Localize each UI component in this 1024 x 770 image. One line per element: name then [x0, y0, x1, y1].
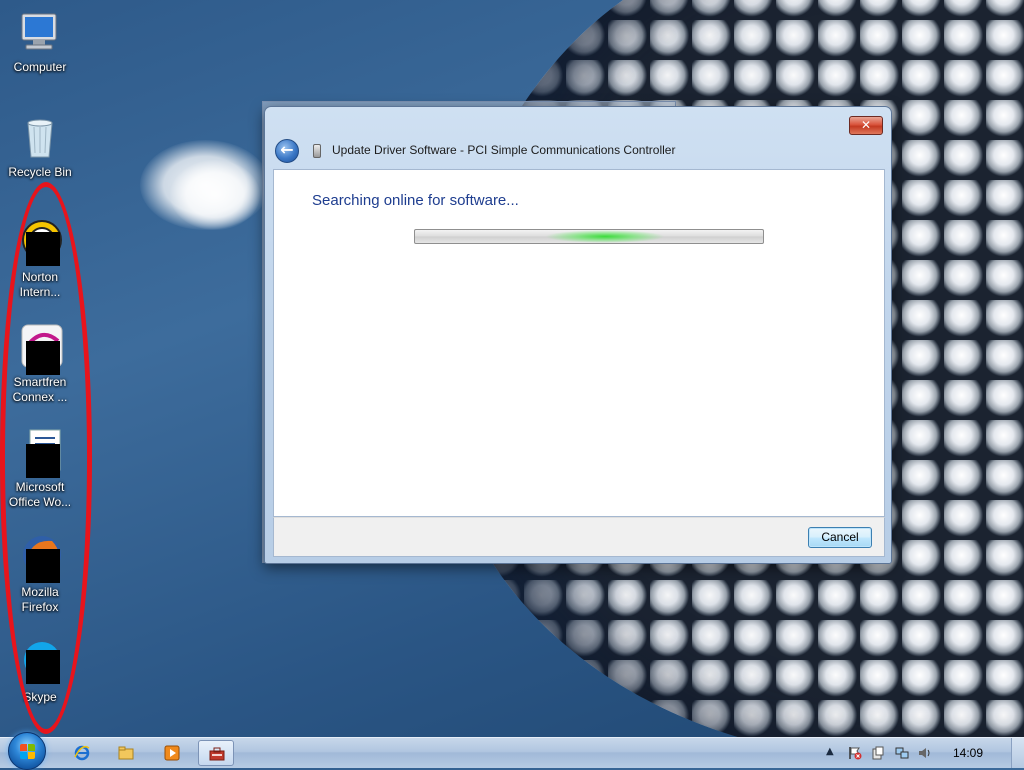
- device-icon: [313, 144, 321, 158]
- progress-bar: [414, 229, 764, 244]
- show-hidden-icons-button[interactable]: ▲: [826, 746, 834, 757]
- start-button[interactable]: [8, 732, 46, 770]
- taskbar: ▲ 14:09: [0, 732, 1024, 770]
- taskbar-windows-explorer[interactable]: [108, 740, 144, 766]
- dialog-content: Searching online for software...: [273, 169, 885, 517]
- clock[interactable]: 14:09: [948, 746, 988, 760]
- cancel-button[interactable]: Cancel: [808, 527, 872, 548]
- status-message: Searching online for software...: [312, 192, 519, 209]
- wallpaper-cloud: [170, 160, 260, 230]
- desktop-icon-label: Recycle Bin: [8, 165, 72, 179]
- dialog-footer: Cancel: [273, 517, 885, 557]
- close-button[interactable]: ✕: [849, 116, 883, 135]
- taskbar-internet-explorer[interactable]: [64, 740, 100, 766]
- network-icon[interactable]: [895, 746, 909, 760]
- taskbar-media-player[interactable]: [154, 740, 190, 766]
- media-player-icon: [164, 745, 180, 761]
- desktop-icon-computer[interactable]: Computer: [4, 2, 76, 98]
- recycle-bin-icon: [16, 113, 64, 161]
- annotation-oval: [0, 182, 92, 734]
- windows-logo-icon: [20, 744, 36, 760]
- windows-explorer-icon: [118, 746, 134, 760]
- safely-remove-hardware-icon[interactable]: [871, 746, 885, 760]
- show-desktop-button[interactable]: [1011, 738, 1024, 768]
- update-driver-dialog: ✕ ← Update Driver Software - PCI Simple …: [264, 106, 892, 564]
- desktop-icon-label: Computer: [13, 60, 67, 74]
- volume-icon[interactable]: [918, 746, 932, 760]
- dialog-title: Update Driver Software - PCI Simple Comm…: [332, 143, 676, 157]
- computer-icon: [16, 8, 64, 56]
- taskbar-device-manager[interactable]: [198, 740, 234, 766]
- dialog-header: ← Update Driver Software - PCI Simple Co…: [275, 139, 883, 165]
- action-center-flag-icon[interactable]: [848, 746, 862, 760]
- internet-explorer-icon: [74, 745, 90, 761]
- device-manager-icon: [209, 747, 225, 761]
- progress-indicator: [545, 230, 665, 243]
- back-button[interactable]: ←: [275, 139, 299, 163]
